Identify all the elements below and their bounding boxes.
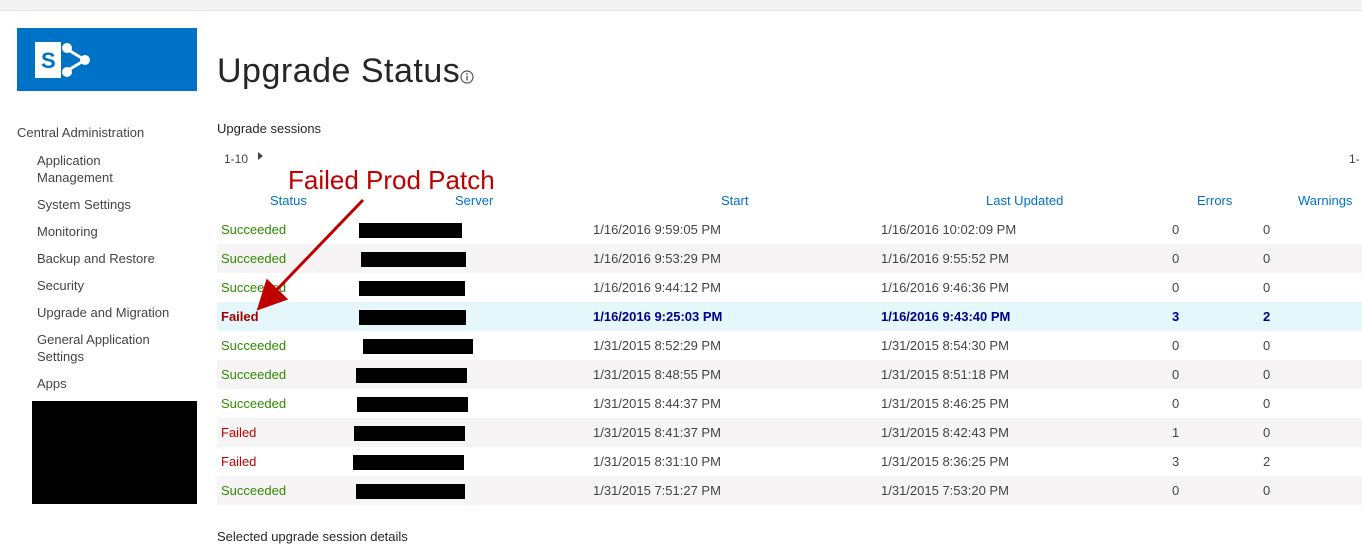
nav-security[interactable]: Security	[37, 272, 207, 299]
selected-session-details-label: Selected upgrade session details	[217, 529, 408, 544]
nav-backup-and-restore[interactable]: Backup and Restore	[37, 245, 207, 272]
status-cell[interactable]: Succeeded	[221, 251, 286, 266]
start-cell: 1/31/2015 7:51:27 PM	[593, 483, 721, 498]
sharepoint-logo-icon: S	[35, 42, 90, 78]
status-cell[interactable]: Failed	[221, 425, 256, 440]
nav-central-administration[interactable]: Central Administration	[17, 125, 207, 143]
warnings-cell: 0	[1263, 280, 1271, 295]
last-updated-cell: 1/16/2016 9:43:40 PM	[881, 309, 1011, 324]
table-row[interactable]: Succeeded 1/31/2015 8:48:55 PM 1/31/2015…	[217, 360, 1362, 389]
warnings-cell: 0	[1263, 425, 1271, 440]
errors-cell: 0	[1172, 396, 1180, 411]
sessions-table: Succeeded 1/16/2016 9:59:05 PM 1/16/2016…	[217, 215, 1362, 505]
column-header-last-updated[interactable]: Last Updated	[986, 193, 1063, 208]
errors-cell: 0	[1172, 483, 1180, 498]
nav-monitoring[interactable]: Monitoring	[37, 218, 207, 245]
redacted-server	[356, 484, 465, 499]
redacted-server	[359, 223, 462, 238]
table-row[interactable]: Failed 1/31/2015 8:41:37 PM 1/31/2015 8:…	[217, 418, 1362, 447]
start-cell: 1/31/2015 8:52:29 PM	[593, 338, 721, 353]
nav-application-management[interactable]: Application Management	[37, 147, 147, 191]
pager-next-icon[interactable]	[258, 152, 263, 160]
errors-cell: 0	[1172, 280, 1180, 295]
nav-upgrade-and-migration[interactable]: Upgrade and Migration	[37, 299, 207, 326]
top-suite-bar	[0, 0, 1362, 11]
last-updated-cell: 1/31/2015 8:51:18 PM	[881, 367, 1009, 382]
quick-launch-nav: Central Administration Application Manag…	[17, 125, 207, 397]
status-cell[interactable]: Succeeded	[221, 483, 286, 498]
last-updated-cell: 1/31/2015 8:54:30 PM	[881, 338, 1009, 353]
errors-cell: 1	[1172, 425, 1180, 440]
status-cell[interactable]: Succeeded	[221, 338, 286, 353]
table-row[interactable]: Succeeded 1/16/2016 9:44:12 PM 1/16/2016…	[217, 273, 1362, 302]
warnings-cell: 0	[1263, 483, 1271, 498]
warnings-cell: 2	[1263, 454, 1271, 469]
redacted-server	[363, 339, 473, 354]
info-icon[interactable]	[460, 70, 474, 84]
table-row[interactable]: Succeeded 1/31/2015 8:52:29 PM 1/31/2015…	[217, 331, 1362, 360]
redacted-server	[353, 455, 464, 470]
table-row[interactable]: Succeeded 1/16/2016 9:59:05 PM 1/16/2016…	[217, 215, 1362, 244]
status-cell[interactable]: Failed	[221, 454, 256, 469]
table-row[interactable]: Succeeded 1/16/2016 9:53:29 PM 1/16/2016…	[217, 244, 1362, 273]
start-cell: 1/31/2015 8:44:37 PM	[593, 396, 721, 411]
last-updated-cell: 1/16/2016 9:55:52 PM	[881, 251, 1009, 266]
errors-cell: 0	[1172, 251, 1180, 266]
last-updated-cell: 1/16/2016 10:02:09 PM	[881, 222, 1017, 237]
status-cell[interactable]: Succeeded	[221, 396, 286, 411]
pager-range: 1-10	[224, 152, 249, 166]
nav-apps[interactable]: Apps	[37, 370, 207, 397]
warnings-cell: 2	[1263, 309, 1271, 324]
table-row[interactable]: Succeeded 1/31/2015 8:44:37 PM 1/31/2015…	[217, 389, 1362, 418]
sharepoint-logo[interactable]: S	[17, 28, 197, 91]
redacted-area	[32, 401, 197, 504]
status-cell[interactable]: Succeeded	[221, 367, 286, 382]
table-row-selected[interactable]: Failed 1/16/2016 9:25:03 PM 1/16/2016 9:…	[217, 302, 1362, 331]
start-cell: 1/16/2016 9:44:12 PM	[593, 280, 721, 295]
last-updated-cell: 1/31/2015 7:53:20 PM	[881, 483, 1009, 498]
status-cell[interactable]: Succeeded	[221, 222, 286, 237]
column-header-start[interactable]: Start	[721, 193, 748, 208]
redacted-server	[354, 426, 465, 441]
last-updated-cell: 1/31/2015 8:46:25 PM	[881, 396, 1009, 411]
errors-cell: 0	[1172, 338, 1180, 353]
warnings-cell: 0	[1263, 396, 1271, 411]
errors-cell: 0	[1172, 367, 1180, 382]
table-row[interactable]: Succeeded 1/31/2015 7:51:27 PM 1/31/2015…	[217, 476, 1362, 505]
redacted-server	[359, 281, 465, 296]
warnings-cell: 0	[1263, 222, 1271, 237]
nav-system-settings[interactable]: System Settings	[37, 191, 207, 218]
table-row[interactable]: Failed 1/31/2015 8:31:10 PM 1/31/2015 8:…	[217, 447, 1362, 476]
start-cell: 1/31/2015 8:48:55 PM	[593, 367, 721, 382]
start-cell: 1/16/2016 9:59:05 PM	[593, 222, 721, 237]
redacted-server	[359, 310, 466, 325]
start-cell: 1/31/2015 8:31:10 PM	[593, 454, 721, 469]
nav-general-application-settings[interactable]: General Application Settings	[37, 326, 162, 370]
start-cell: 1/16/2016 9:25:03 PM	[593, 309, 723, 324]
errors-cell: 0	[1172, 222, 1180, 237]
errors-cell: 3	[1172, 309, 1180, 324]
page-title: Upgrade Status	[217, 52, 461, 90]
redacted-server	[357, 397, 468, 412]
svg-text:S: S	[41, 48, 56, 73]
upgrade-sessions-label: Upgrade sessions	[217, 121, 322, 136]
redacted-server	[356, 368, 467, 383]
status-cell[interactable]: Succeeded	[221, 280, 286, 295]
status-cell[interactable]: Failed	[221, 309, 259, 324]
warnings-cell: 0	[1263, 338, 1271, 353]
annotation-text: Failed Prod Patch	[288, 165, 495, 195]
column-header-warnings[interactable]: Warnings	[1298, 193, 1352, 208]
last-updated-cell: 1/16/2016 9:46:36 PM	[881, 280, 1009, 295]
last-updated-cell: 1/31/2015 8:42:43 PM	[881, 425, 1009, 440]
errors-cell: 3	[1172, 454, 1180, 469]
warnings-cell: 0	[1263, 251, 1271, 266]
last-updated-cell: 1/31/2015 8:36:25 PM	[881, 454, 1009, 469]
pager-range-right: 1-	[1349, 152, 1360, 166]
start-cell: 1/31/2015 8:41:37 PM	[593, 425, 721, 440]
redacted-server	[361, 252, 466, 267]
warnings-cell: 0	[1263, 367, 1271, 382]
column-header-errors[interactable]: Errors	[1197, 193, 1232, 208]
start-cell: 1/16/2016 9:53:29 PM	[593, 251, 721, 266]
